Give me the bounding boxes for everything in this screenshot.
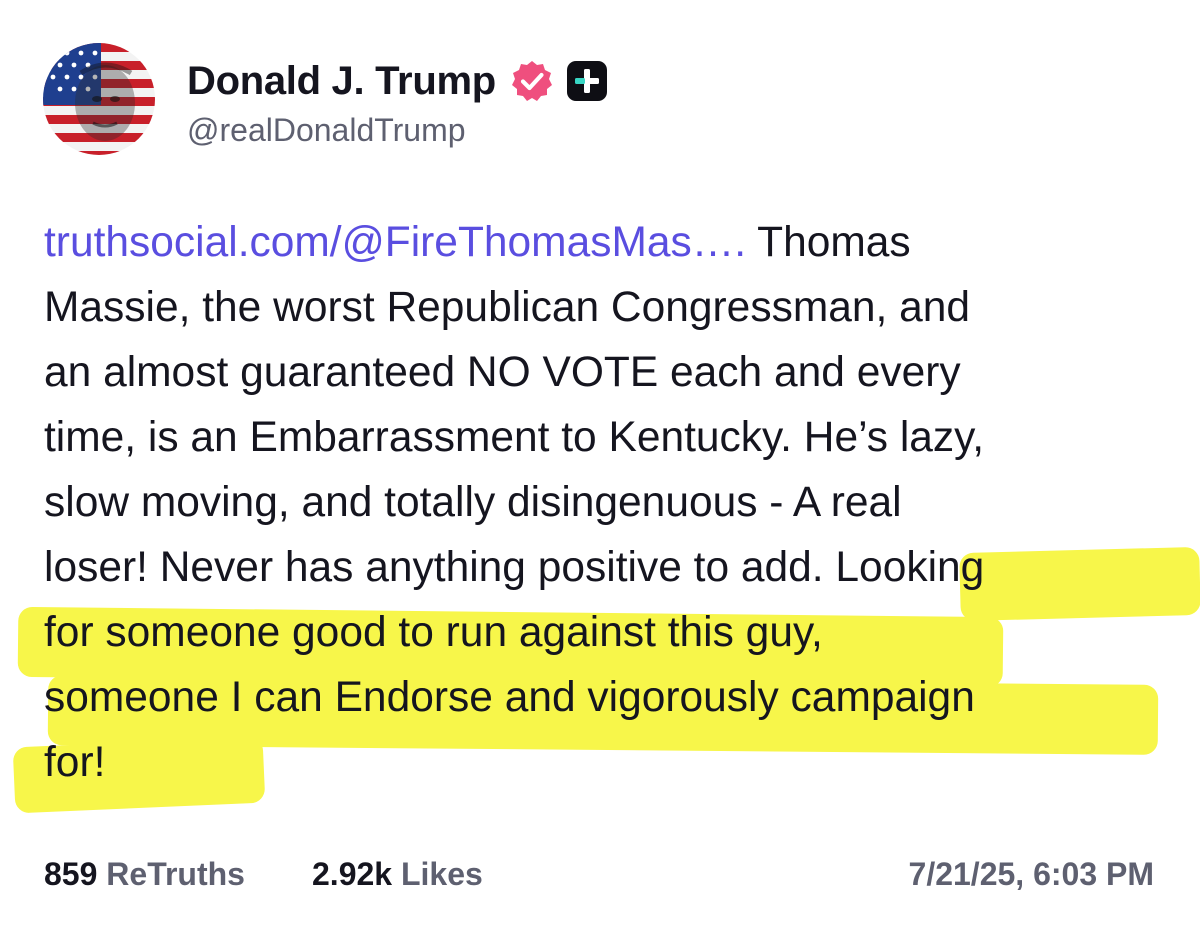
post-line: for someone good to run against this guy…: [44, 609, 823, 656]
author-handle[interactable]: @realDonaldTrump: [187, 112, 466, 149]
likes-stat[interactable]: 2.92k Likes: [312, 856, 483, 893]
post-timestamp[interactable]: 7/21/25, 6:03 PM: [909, 856, 1154, 893]
post-line: Massie, the worst Republican Congressman…: [44, 284, 971, 331]
post-text-segment: Thomas: [746, 219, 911, 266]
post-footer: 859 ReTruths 2.92k Likes 7/21/25, 6:03 P…: [44, 856, 1154, 904]
post-line: time, is an Embarrassment to Kentucky. H…: [44, 414, 985, 461]
post-line: someone I can Endorse and vigorously cam…: [44, 674, 975, 721]
post-line: slow moving, and totally disingenuous - …: [44, 479, 902, 526]
plus-badge-icon: [566, 61, 607, 101]
author-display-name[interactable]: Donald J. Trump: [187, 59, 496, 104]
retruths-stat[interactable]: 859 ReTruths: [44, 856, 245, 893]
retruths-count: 859: [44, 856, 98, 892]
avatar[interactable]: [43, 43, 155, 155]
post-line: truthsocial.com/@FireThomasMas…. Thomas: [44, 210, 1154, 275]
avatar-flag-portrait-icon: [43, 43, 155, 155]
post-line: for!: [44, 739, 106, 786]
likes-count: 2.92k: [312, 856, 393, 892]
post-body: truthsocial.com/@FireThomasMas…. Thomas …: [44, 210, 1154, 795]
post-line: an almost guaranteed NO VOTE each and ev…: [44, 349, 961, 396]
likes-label: Likes: [400, 856, 483, 892]
verified-badge-icon: [511, 61, 552, 101]
post-link[interactable]: truthsocial.com/@FireThomasMas….: [44, 219, 746, 266]
author-name-row: Donald J. Trump: [187, 56, 608, 106]
post-line: loser! Never has anything positive to ad…: [44, 544, 985, 591]
retruths-label: ReTruths: [106, 856, 245, 892]
